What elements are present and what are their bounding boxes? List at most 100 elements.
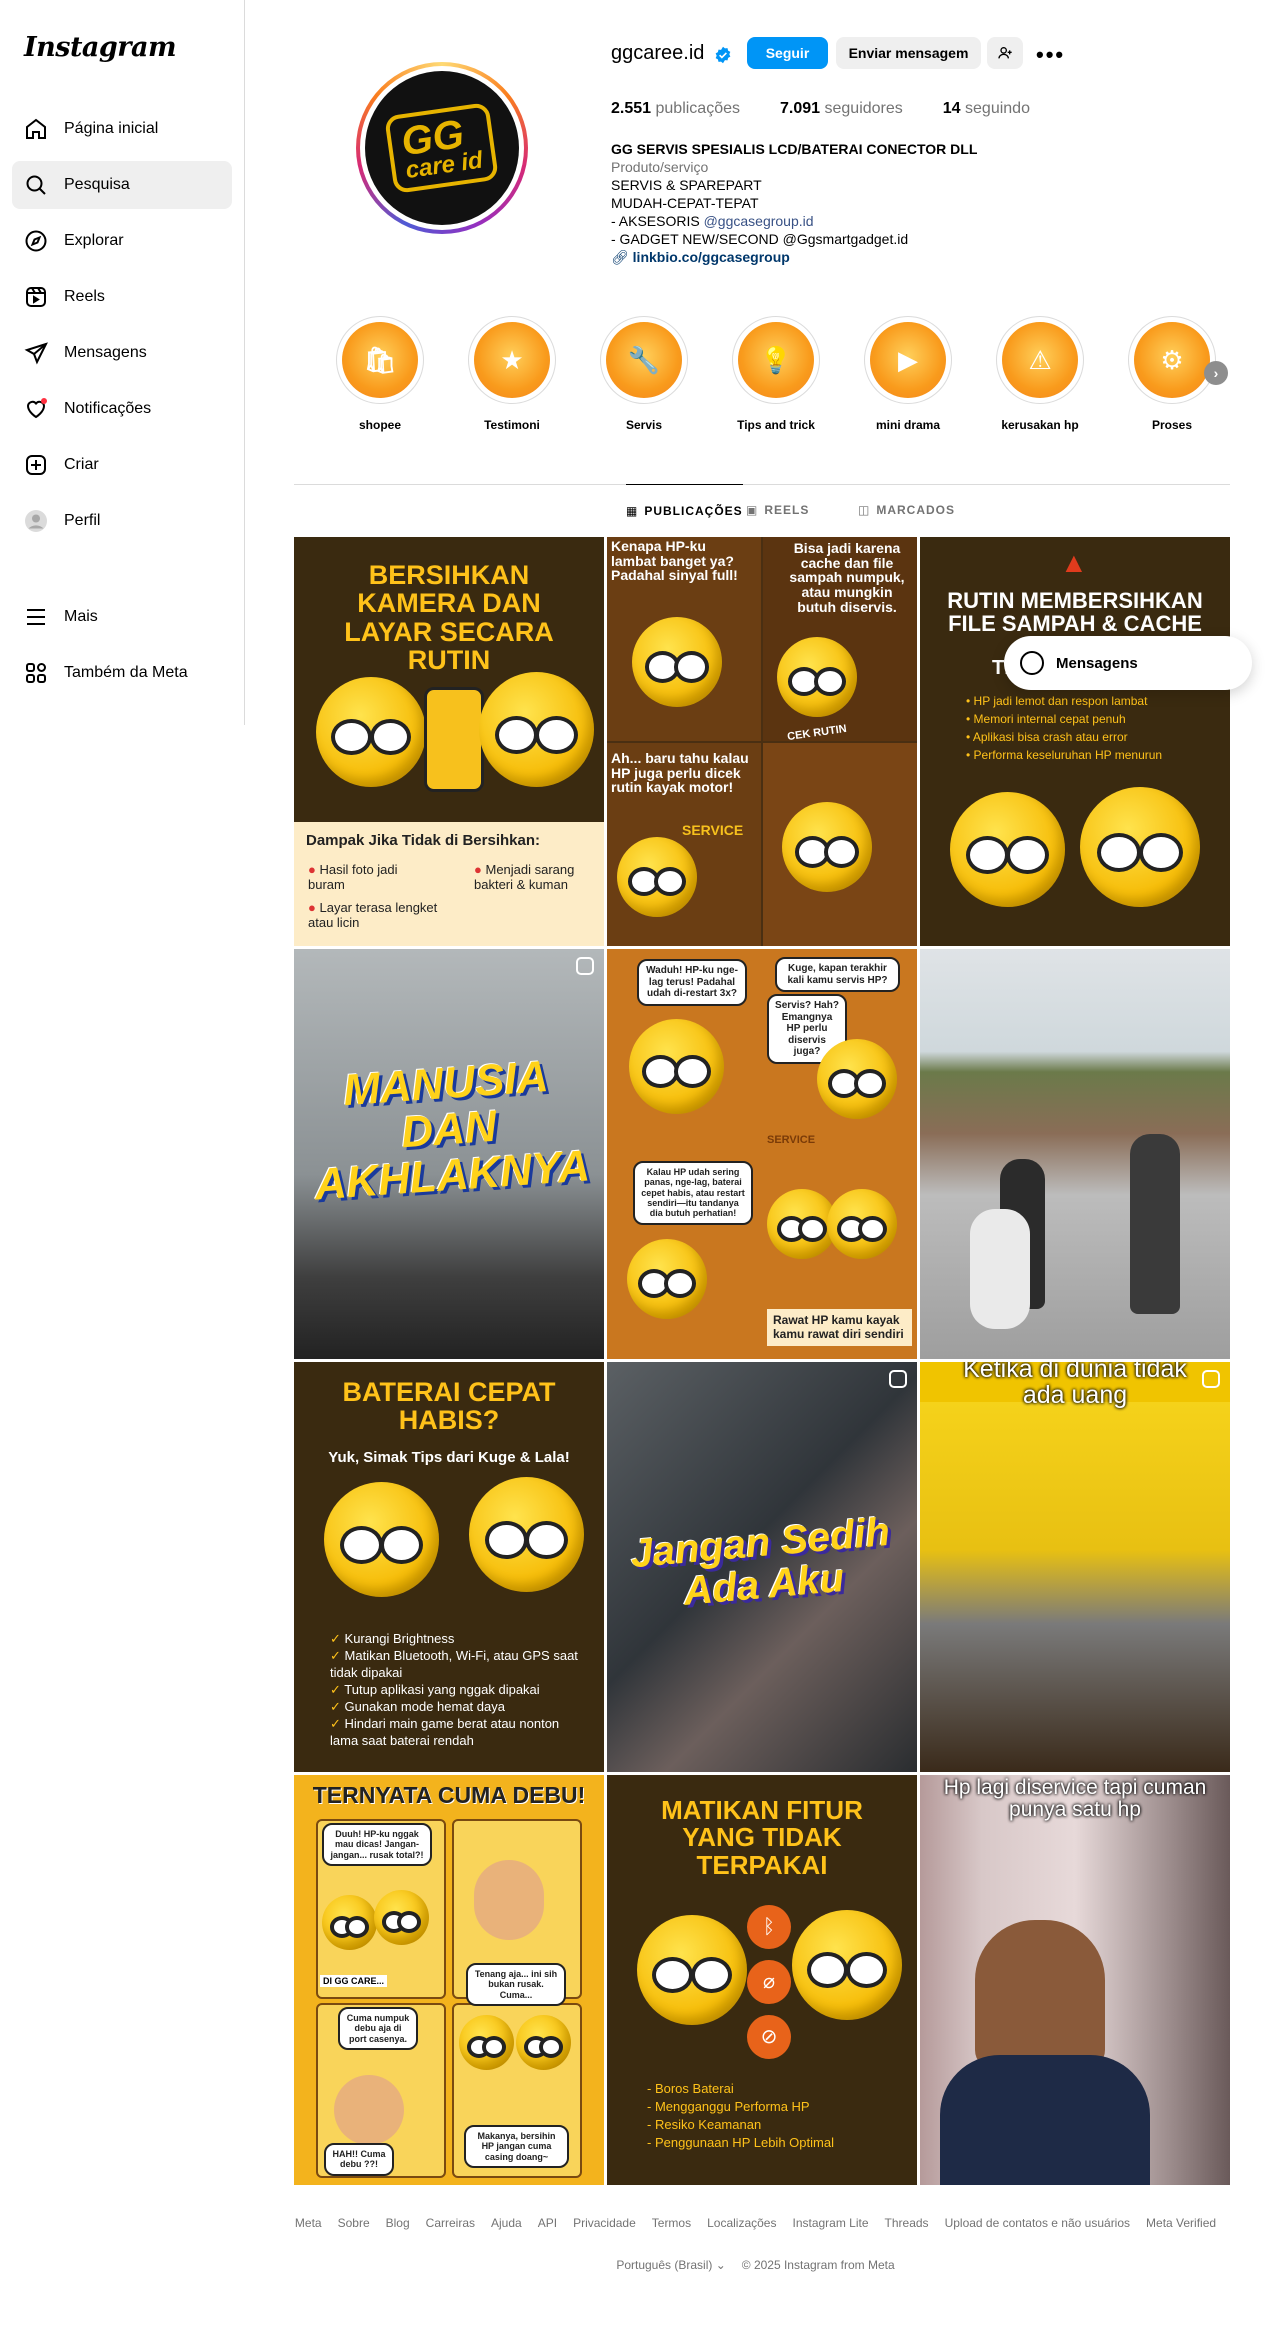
instagram-logo[interactable]: Instagram — [24, 32, 177, 63]
check-icon: ✓ — [330, 1648, 341, 1663]
post-tile[interactable] — [920, 949, 1230, 1359]
highlight-label: shopee — [358, 418, 401, 432]
scooter-photo — [970, 1209, 1030, 1329]
person-face-photo — [975, 1920, 1105, 2070]
suggested-accounts-button[interactable] — [987, 37, 1023, 69]
post-tile[interactable]: Ketika di dunia tidak ada uang — [920, 1362, 1230, 1772]
sidebar-item-create[interactable]: Criar — [12, 441, 232, 489]
post-tile[interactable]: MANUSIA DAN AKHLAKNYA — [294, 949, 604, 1359]
post-caption: Hp lagi diservice tapi cuman punya satu … — [943, 1776, 1207, 1822]
check-icon: ✓ — [330, 1699, 341, 1714]
sidebar-item-also-from-meta[interactable]: Também da Meta — [12, 649, 232, 697]
messenger-icon — [1020, 651, 1044, 675]
language-selector[interactable]: Português (Brasil) ⌄ — [616, 2258, 725, 2272]
heart-icon — [26, 398, 47, 419]
footer-link[interactable]: Threads — [885, 2216, 929, 2230]
mascot — [627, 1239, 707, 1319]
highlight-item[interactable]: 🔧 Servis — [600, 316, 688, 432]
mascot — [617, 837, 697, 917]
sidebar-item-explore[interactable]: Explorar — [12, 217, 232, 265]
check-icon: ✓ — [330, 1682, 341, 1697]
mascot — [777, 637, 857, 717]
post-title: BERSIHKAN KAMERA DAN LAYAR SECARA RUTIN — [344, 560, 554, 676]
footer-link[interactable]: API — [538, 2216, 557, 2230]
footer-link[interactable]: Privacidade — [573, 2216, 636, 2230]
post-tile[interactable]: MATIKAN FITUR YANG TIDAK TERPAKAI ᛒ ⌀ ⊘ … — [607, 1775, 917, 2185]
mascot-kuge — [324, 1482, 439, 1597]
tips-list: ✓ Kurangi Brightness ✓ Matikan Bluetooth… — [330, 1630, 580, 1749]
tab-reels[interactable]: ▣ REELS — [746, 484, 809, 536]
germ-icon: ● — [308, 900, 316, 915]
bio-name: GG SERVIS SPESIALIS LCD/BATERAI CONECTOR… — [611, 141, 978, 157]
add-person-icon — [998, 47, 1012, 59]
footer-link[interactable]: Meta — [295, 2216, 322, 2230]
highlight-ring: 🔧 — [600, 316, 688, 404]
send-message-button[interactable]: Enviar mensagem — [836, 37, 981, 69]
footer-link[interactable]: Sobre — [338, 2216, 370, 2230]
following-count[interactable]: 14 seguindo — [943, 100, 1030, 118]
tab-posts[interactable]: ▦ PUBLICAÇÕES — [626, 484, 743, 536]
speech-bubble: Cuma numpuk debu aja di port casenya. — [338, 2007, 418, 2051]
sidebar-item-profile[interactable]: Perfil — [12, 497, 232, 545]
footer-link[interactable]: Instagram Lite — [792, 2216, 868, 2230]
footer-link[interactable]: Termos — [652, 2216, 691, 2230]
bio-link-text[interactable]: linkbio.co/ggcasegroup — [633, 249, 790, 265]
bio-mention-link[interactable]: @ggcasegroup.id — [704, 213, 814, 229]
highlight-item[interactable]: ⚙ Proses — [1128, 316, 1216, 432]
highlights-next-icon[interactable]: › — [1204, 361, 1228, 385]
sidebar-item-more[interactable]: Mais — [12, 593, 232, 641]
post-tile[interactable]: Jangan Sedih Ada Aku — [607, 1362, 917, 1772]
check-icon: ✓ — [330, 1631, 341, 1646]
profile-bio: GG SERVIS SPESIALIS LCD/BATERAI CONECTOR… — [611, 140, 1171, 266]
sidebar-item-reels[interactable]: Reels — [12, 273, 232, 321]
post-tile[interactable]: Waduh! HP-ku nge-lag terus! Padahal udah… — [607, 949, 917, 1359]
post-tile[interactable]: ▲ RUTIN MEMBERSIHKAN FILE SAMPAH & CACHE… — [920, 537, 1230, 946]
footer-link[interactable]: Ajuda — [491, 2216, 522, 2230]
footer: Meta Sobre Blog Carreiras Ajuda API Privacidad… — [246, 2216, 1265, 2272]
post-title: RUTIN MEMBERSIHKAN FILE SAMPAH & CACHE — [947, 588, 1203, 637]
post-tile[interactable]: BATERAI CEPAT HABIS? Yuk, Simak Tips dar… — [294, 1362, 604, 1772]
tab-tagged[interactable]: ◫ MARCADOS — [858, 484, 955, 536]
sidebar-item-home[interactable]: Página inicial — [12, 105, 232, 153]
list-item: ✓ Tutup aplikasi yang nggak dipakai — [330, 1682, 540, 1697]
highlight-item[interactable]: ⚠ kerusakan hp — [996, 316, 1084, 432]
tips-list: • HP jadi lemot dan respon lambat • Memo… — [966, 692, 1216, 764]
footer-link[interactable]: Carreiras — [426, 2216, 475, 2230]
more-options-icon[interactable]: ••• — [1036, 42, 1065, 68]
highlight-cover-icon: ▶ — [870, 322, 946, 398]
reels-icon: ▣ — [746, 503, 759, 517]
highlight-item[interactable]: ▶ mini drama — [864, 316, 952, 432]
list-item: - Mengganggu Performa HP — [647, 2099, 810, 2114]
footer-link[interactable]: Blog — [386, 2216, 410, 2230]
comic-text: Kenapa HP-ku lambat banget ya? Padahal s… — [611, 538, 738, 584]
footer-link[interactable]: Upload de contatos e não usuários — [945, 2216, 1130, 2230]
footer-link[interactable]: Localizações — [707, 2216, 776, 2230]
highlight-item[interactable]: ★ Testimoni — [468, 316, 556, 432]
highlight-ring: ⚠ — [996, 316, 1084, 404]
highlight-item[interactable]: 🛍 shopee — [336, 316, 424, 432]
highlight-label: kerusakan hp — [1001, 418, 1079, 432]
profile-avatar[interactable]: GG care id — [356, 62, 528, 234]
mascot — [782, 802, 872, 892]
footer-link[interactable]: Meta Verified — [1146, 2216, 1216, 2230]
highlight-item[interactable]: 💡 Tips and trick — [732, 316, 820, 432]
mascot-lala — [469, 1477, 584, 1592]
caption-box: Rawat HP kamu kayak kamu rawat diri send… — [767, 1309, 912, 1346]
followers-count[interactable]: 7.091 seguidores — [780, 100, 903, 118]
sidebar-item-search[interactable]: Pesquisa — [12, 161, 232, 209]
follow-button[interactable]: Seguir — [747, 37, 828, 69]
post-tile[interactable]: TERNYATA CUMA DEBU! Duuh! HP-ku nggak ma… — [294, 1775, 604, 2185]
floating-messages-button[interactable]: Mensagens — [1004, 636, 1252, 690]
sidebar-item-notifications[interactable]: Notificações — [12, 385, 232, 433]
profile-tabs: ▦ PUBLICAÇÕES ▣ REELS ◫ MARCADOS — [294, 484, 1230, 536]
list-item: • HP jadi lemot dan respon lambat — [966, 694, 1148, 708]
post-tile[interactable]: Kenapa HP-ku lambat banget ya? Padahal s… — [607, 537, 917, 946]
camera-icon: ● — [308, 862, 316, 877]
bluetooth-off-icon: ᛒ — [747, 1905, 791, 1949]
sidebar-item-messages[interactable]: Mensagens — [12, 329, 232, 377]
bio-link[interactable]: 🔗︎ linkbio.co/ggcasegroup — [611, 248, 1171, 266]
bio-line: MUDAH-CEPAT-TEPAT — [611, 195, 759, 211]
post-tile[interactable]: BERSIHKAN KAMERA DAN LAYAR SECARA RUTIN … — [294, 537, 604, 946]
mascot — [817, 1039, 897, 1119]
post-tile[interactable]: Hp lagi diservice tapi cuman punya satu … — [920, 1775, 1230, 2185]
